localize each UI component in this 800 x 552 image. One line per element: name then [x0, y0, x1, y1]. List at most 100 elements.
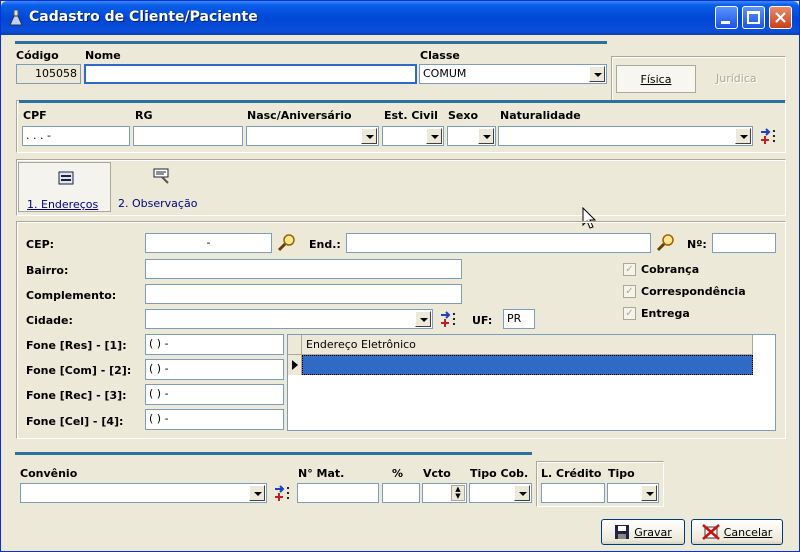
email-grid[interactable]: Endereço Eletrônico [287, 334, 776, 431]
add-lookup-icon[interactable] [273, 484, 293, 502]
tab-enderecos-label: 1. Endereços [27, 198, 99, 211]
gravar-button[interactable]: Gravar [601, 519, 685, 545]
footer-accent-line [15, 452, 532, 455]
docs-accent-line [19, 100, 785, 103]
header-accent-line [15, 41, 607, 44]
cidade-label: Cidade: [26, 314, 73, 327]
classe-value: COMUM [423, 67, 467, 80]
row-pointer-icon [292, 360, 298, 370]
window-title: Cadastro de Cliente/Paciente [29, 9, 258, 25]
numero-input[interactable] [712, 233, 776, 253]
complemento-input[interactable] [145, 284, 462, 304]
correspondencia-checkbox[interactable]: ✓ [623, 285, 636, 298]
close-icon [775, 12, 786, 23]
cep-label: CEP: [26, 238, 55, 251]
floppy-disk-icon [615, 525, 630, 539]
cancel-icon [701, 524, 720, 540]
sexo-select[interactable] [447, 126, 496, 146]
cpf-input[interactable]: . . . - [22, 126, 130, 146]
fone-com-label: Fone [Com] - [2]: [26, 364, 132, 377]
cidade-select[interactable] [145, 309, 433, 329]
fone-cel-label: Fone [Cel] - [4]: [26, 415, 124, 428]
complemento-label: Complemento: [26, 289, 117, 302]
grid-row-indicator [288, 355, 302, 375]
chevron-down-icon [249, 485, 265, 501]
address-card-icon [58, 171, 74, 185]
chevron-down-icon [641, 485, 657, 501]
pct-label: % [392, 467, 404, 480]
spinner-arrows-icon: ▲ ▼ [451, 485, 465, 501]
tipocob-label: Tipo Cob. [470, 467, 529, 480]
maximize-button[interactable] [742, 6, 765, 29]
lcredito-label: L. Crédito [541, 467, 602, 480]
cep-input[interactable]: - [145, 233, 272, 253]
numero-label: Nº: [687, 238, 707, 251]
cancelar-button[interactable]: Cancelar [691, 519, 783, 545]
tab-observacao-label: 2. Observação [118, 197, 198, 210]
nome-input[interactable] [84, 64, 417, 84]
search-icon[interactable] [277, 233, 297, 253]
email-column-header[interactable]: Endereço Eletrônico [302, 335, 753, 355]
tipo-select[interactable] [607, 483, 659, 503]
close-button[interactable] [769, 6, 792, 29]
cobranca-checkbox[interactable]: ✓ [623, 263, 636, 276]
tab-enderecos[interactable]: 1. Endereços [18, 162, 111, 212]
naturalidade-label: Naturalidade [500, 109, 581, 122]
classe-select[interactable]: COMUM [419, 64, 607, 84]
endereco-input[interactable] [346, 233, 651, 253]
nmat-label: N° Mat. [298, 467, 345, 480]
lcredito-input[interactable] [541, 483, 605, 503]
correspondencia-label: Correspondência [641, 285, 746, 298]
codigo-label: Código [16, 49, 59, 62]
fone-cel-input[interactable]: ( ) - [145, 409, 284, 430]
minimize-button[interactable] [715, 6, 738, 29]
chevron-down-icon [361, 128, 377, 144]
fone-rec-label: Fone [Rec] - [3]: [26, 389, 127, 402]
minimize-icon [721, 21, 730, 24]
title-bar[interactable]: Cadastro de Cliente/Paciente [1, 1, 799, 35]
bairro-label: Bairro: [26, 264, 69, 277]
fone-com-input[interactable]: ( ) - [145, 359, 284, 380]
fisica-toggle[interactable]: Física [616, 65, 696, 93]
nmat-input[interactable] [297, 483, 379, 503]
chevron-down-icon [514, 485, 530, 501]
entrega-label: Entrega [641, 307, 690, 320]
entrega-checkbox[interactable]: ✓ [623, 307, 636, 320]
add-lookup-icon[interactable] [439, 310, 459, 328]
estcivil-select[interactable] [382, 126, 444, 146]
nasc-date-picker[interactable] [246, 126, 379, 146]
nome-label: Nome [85, 49, 121, 62]
juridica-toggle[interactable]: Jurídica [716, 72, 757, 85]
naturalidade-select[interactable] [498, 126, 753, 146]
fone-res-input[interactable]: ( ) - [145, 334, 284, 355]
classe-label: Classe [420, 49, 460, 62]
fone-rec-input[interactable]: ( ) - [145, 384, 284, 405]
pct-input[interactable] [382, 483, 420, 503]
bairro-input[interactable] [145, 259, 462, 279]
vcto-label: Vcto [423, 467, 451, 480]
main-window: Cadastro de Cliente/Paciente Código 1050… [0, 0, 800, 552]
tab-observacao[interactable]: 2. Observação [113, 162, 208, 212]
email-row-selected[interactable] [302, 355, 753, 375]
chevron-down-icon [426, 128, 442, 144]
tipo-pessoa-panel: Física Jurídica [611, 56, 786, 101]
fone-res-label: Fone [Res] - [1]: [26, 339, 127, 352]
uf-label: UF: [472, 314, 493, 327]
maximize-icon [747, 11, 760, 24]
chevron-down-icon [415, 311, 431, 327]
tipocob-select[interactable] [469, 483, 532, 503]
vcto-spinner[interactable]: ▲ ▼ [422, 483, 467, 503]
rg-label: RG [135, 109, 153, 122]
grid-corner [288, 335, 302, 355]
flask-icon [9, 10, 23, 26]
search-icon[interactable] [656, 233, 676, 253]
convenio-label: Convênio [20, 467, 78, 480]
add-lookup-icon[interactable] [759, 127, 779, 145]
chevron-down-icon [478, 128, 494, 144]
codigo-field: 105058 [16, 64, 81, 84]
uf-input[interactable]: PR [503, 309, 535, 329]
estcivil-label: Est. Civil [384, 109, 438, 122]
convenio-select[interactable] [20, 483, 267, 503]
note-edit-icon [153, 168, 169, 184]
rg-input[interactable] [133, 126, 243, 146]
